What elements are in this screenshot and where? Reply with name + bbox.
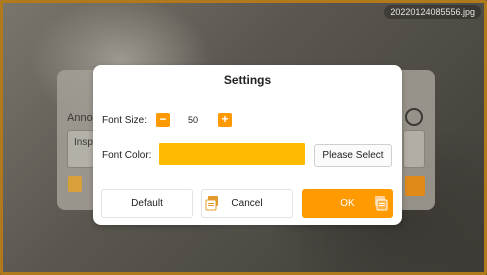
please-select-button[interactable]: Please Select <box>314 144 392 167</box>
font-color-label: Font Color: <box>102 150 152 161</box>
annotation-input-right <box>403 130 425 168</box>
annotation-label: Anno <box>67 112 93 124</box>
annotation-input-text: Insp <box>74 137 93 148</box>
font-size-value[interactable]: 50 <box>176 113 210 127</box>
document-icon <box>375 196 388 211</box>
default-button[interactable]: Default <box>101 189 193 218</box>
font-size-label: Font Size: <box>102 115 148 126</box>
document-icon <box>68 176 82 192</box>
ok-button-label: OK <box>340 198 355 209</box>
document-icon <box>405 176 425 196</box>
cancel-button-label: Cancel <box>231 198 263 209</box>
settings-dialog: Settings Font Size: − 50 + Font Color: P… <box>93 65 402 225</box>
font-color-swatch[interactable] <box>159 143 305 165</box>
image-filename: 20220124085556.jpg <box>384 5 481 19</box>
settings-gear-icon <box>405 108 423 126</box>
font-size-decrease-button[interactable]: − <box>156 113 170 127</box>
dialog-title: Settings <box>223 73 272 87</box>
font-size-increase-button[interactable]: + <box>218 113 232 127</box>
document-icon <box>205 196 218 211</box>
